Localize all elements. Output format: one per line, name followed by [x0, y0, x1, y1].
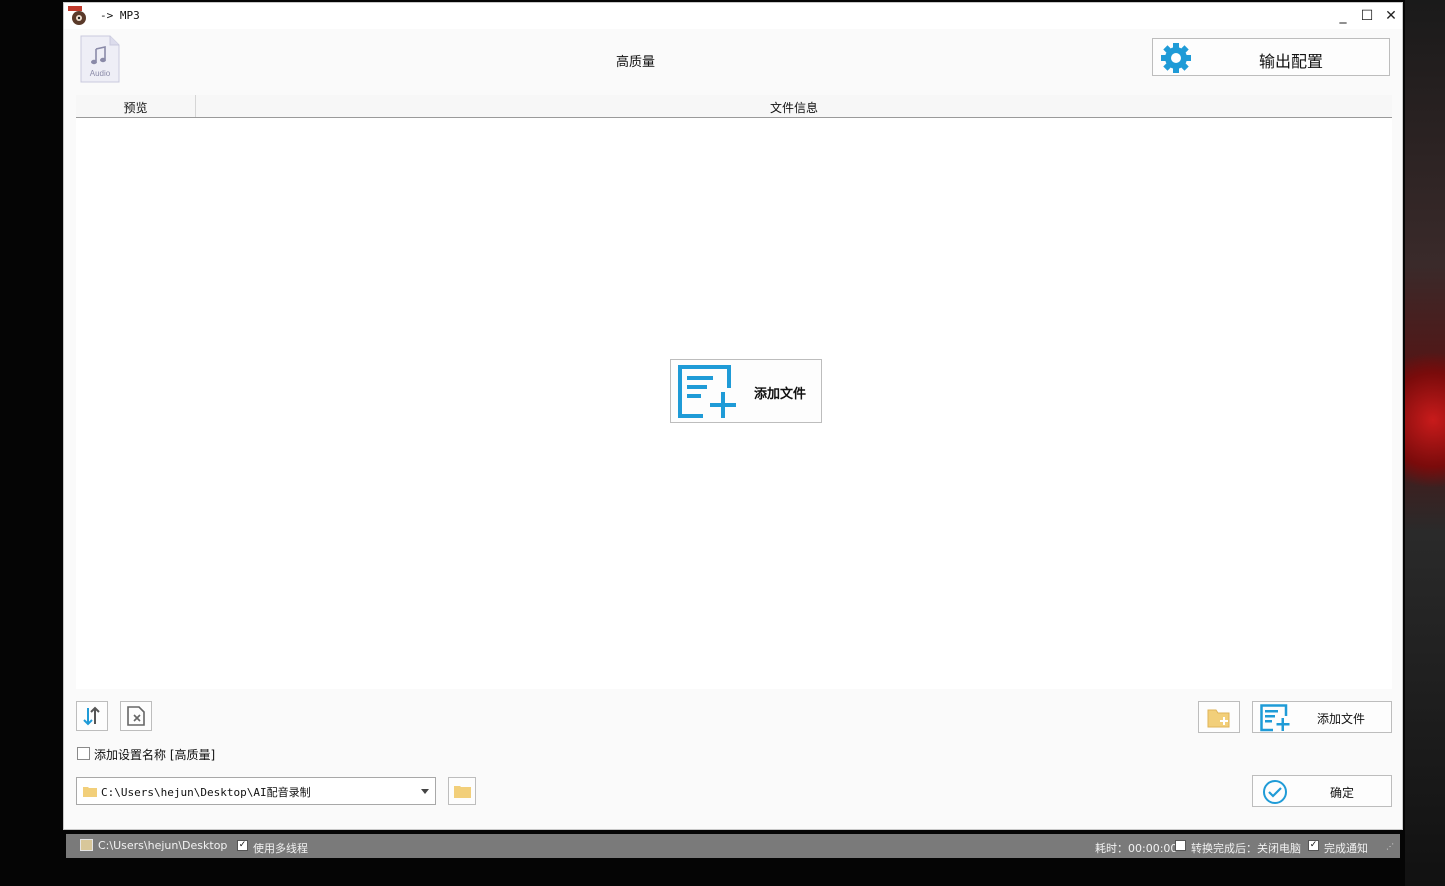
- confirm-label: 确定: [1330, 786, 1355, 800]
- add-file-icon: [1260, 704, 1290, 732]
- remove-file-icon: [127, 706, 145, 726]
- after-convert-label[interactable]: 转换完成后：关闭电脑: [1191, 840, 1301, 856]
- desktop-wallpaper-detail: [1405, 340, 1445, 500]
- elapsed-time: 耗时：00:00:00: [1095, 842, 1178, 855]
- add-folder-icon: [1207, 709, 1230, 728]
- folder-icon: [83, 787, 97, 797]
- center-add-file-button[interactable]: 添加文件: [670, 359, 822, 423]
- close-button[interactable]: ✕: [1380, 5, 1402, 27]
- clear-list-button[interactable]: [120, 701, 152, 731]
- app-window: -> MP3 _ ☐ ✕ Audio 高质量 输出配置 预览 文件信息 添加文件…: [63, 2, 1403, 830]
- column-header-preview[interactable]: 预览: [76, 99, 195, 116]
- app-icon: [68, 6, 86, 25]
- add-setting-name-checkbox[interactable]: [77, 747, 90, 760]
- status-path[interactable]: C:\Users\hejun\Desktop: [98, 839, 227, 852]
- desktop-background: [1405, 0, 1445, 886]
- notify-checkbox[interactable]: ✓: [1308, 840, 1319, 851]
- add-file-icon: [678, 365, 736, 418]
- quality-preset: 高质量: [616, 55, 656, 70]
- notify-label[interactable]: 完成通知: [1324, 840, 1368, 856]
- output-path-select[interactable]: C:\Users\hejun\Desktop\AI配音录制: [76, 777, 436, 805]
- title-bar[interactable]: -> MP3 _ ☐ ✕: [64, 3, 1402, 29]
- center-add-file-label: 添加文件: [754, 387, 807, 402]
- browse-folder-button[interactable]: [448, 777, 476, 805]
- audio-format-icon[interactable]: Audio: [80, 35, 120, 83]
- folder-icon: [454, 786, 471, 798]
- file-list-table[interactable]: 预览 文件信息 添加文件: [76, 95, 1392, 689]
- add-file-label: 添加文件: [1317, 712, 1366, 726]
- status-bar: C:\Users\hejun\Desktop ✓ 使用多线程 耗时：00:00:…: [66, 834, 1400, 858]
- maximize-button[interactable]: ☐: [1356, 5, 1378, 27]
- header: Audio 高质量 输出配置: [64, 29, 1402, 95]
- output-config-button[interactable]: 输出配置: [1152, 38, 1390, 76]
- add-folder-button[interactable]: [1198, 701, 1240, 733]
- add-setting-name-label[interactable]: 添加设置名称 [高质量]: [94, 746, 215, 763]
- after-convert-checkbox[interactable]: [1175, 840, 1186, 851]
- table-header: 预览 文件信息: [76, 95, 1392, 118]
- audio-format-label: Audio: [90, 69, 111, 78]
- multithread-checkbox[interactable]: ✓: [237, 840, 248, 851]
- output-config-label: 输出配置: [1258, 52, 1323, 71]
- output-path-value: C:\Users\hejun\Desktop\AI配音录制: [101, 786, 311, 799]
- sort-button[interactable]: [76, 701, 108, 731]
- resize-grip-icon[interactable]: ⋰: [1386, 842, 1396, 852]
- minimize-button[interactable]: _: [1332, 5, 1354, 27]
- window-title: -> MP3: [100, 9, 140, 22]
- multithread-label[interactable]: 使用多线程: [253, 840, 308, 856]
- checkmark-circle-icon: [1263, 780, 1287, 804]
- add-file-button[interactable]: 添加文件: [1252, 701, 1392, 733]
- column-header-file-info[interactable]: 文件信息: [196, 99, 1392, 116]
- folder-icon[interactable]: [80, 839, 93, 851]
- sort-arrows-icon: [83, 706, 100, 726]
- confirm-button[interactable]: 确定: [1252, 775, 1392, 807]
- chevron-down-icon[interactable]: [421, 789, 429, 794]
